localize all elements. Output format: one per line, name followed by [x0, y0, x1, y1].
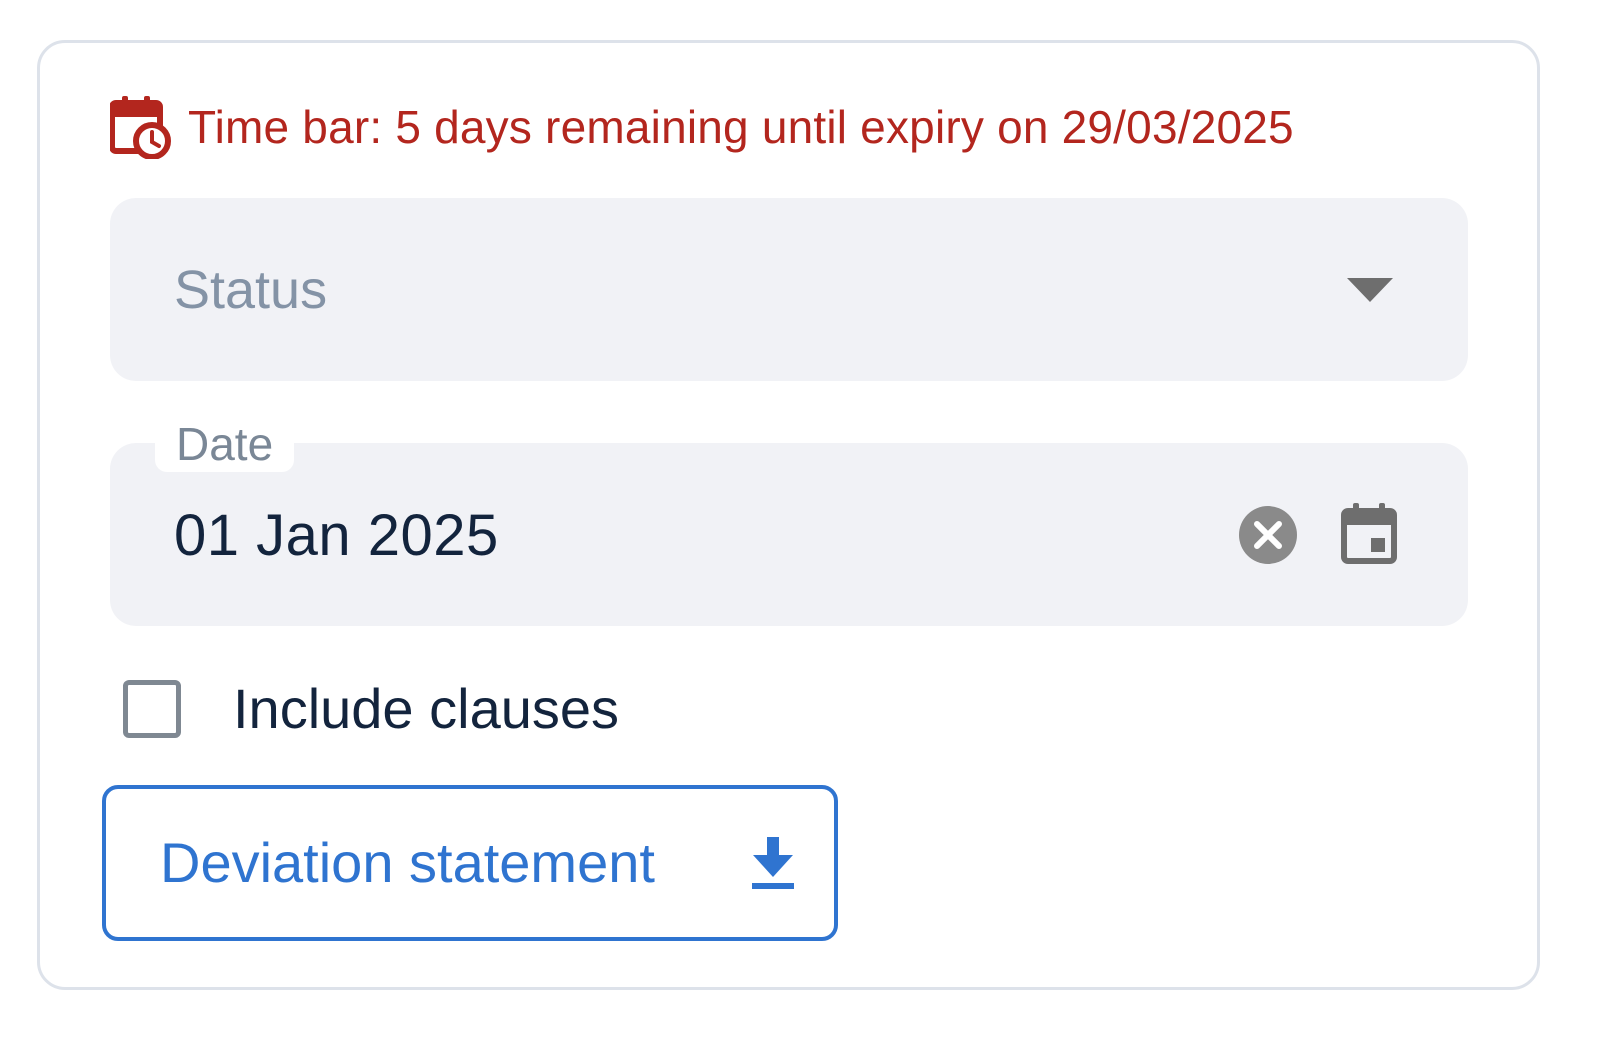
include-clauses-label[interactable]: Include clauses [233, 676, 619, 742]
calendar-icon[interactable] [1340, 501, 1398, 565]
status-placeholder: Status [174, 260, 328, 320]
include-clauses-row[interactable]: Include clauses [123, 676, 619, 742]
include-clauses-checkbox[interactable] [123, 680, 181, 738]
deviation-statement-label: Deviation statement [160, 831, 655, 894]
deviation-statement-button[interactable]: Deviation statement [102, 785, 838, 941]
chevron-down-icon[interactable] [1347, 278, 1393, 304]
status-select[interactable]: Status [110, 198, 1468, 381]
date-label: Date [155, 416, 295, 472]
clear-icon[interactable] [1238, 505, 1298, 565]
calendar-clock-icon [109, 95, 172, 160]
time-bar-warning: Time bar: 5 days remaining until expiry … [109, 92, 1294, 162]
date-field[interactable]: 01 Jan 2025 [110, 443, 1468, 626]
time-bar-text: Time bar: 5 days remaining until expiry … [188, 101, 1294, 153]
date-value[interactable]: 01 Jan 2025 [174, 503, 499, 569]
download-icon [750, 837, 796, 891]
